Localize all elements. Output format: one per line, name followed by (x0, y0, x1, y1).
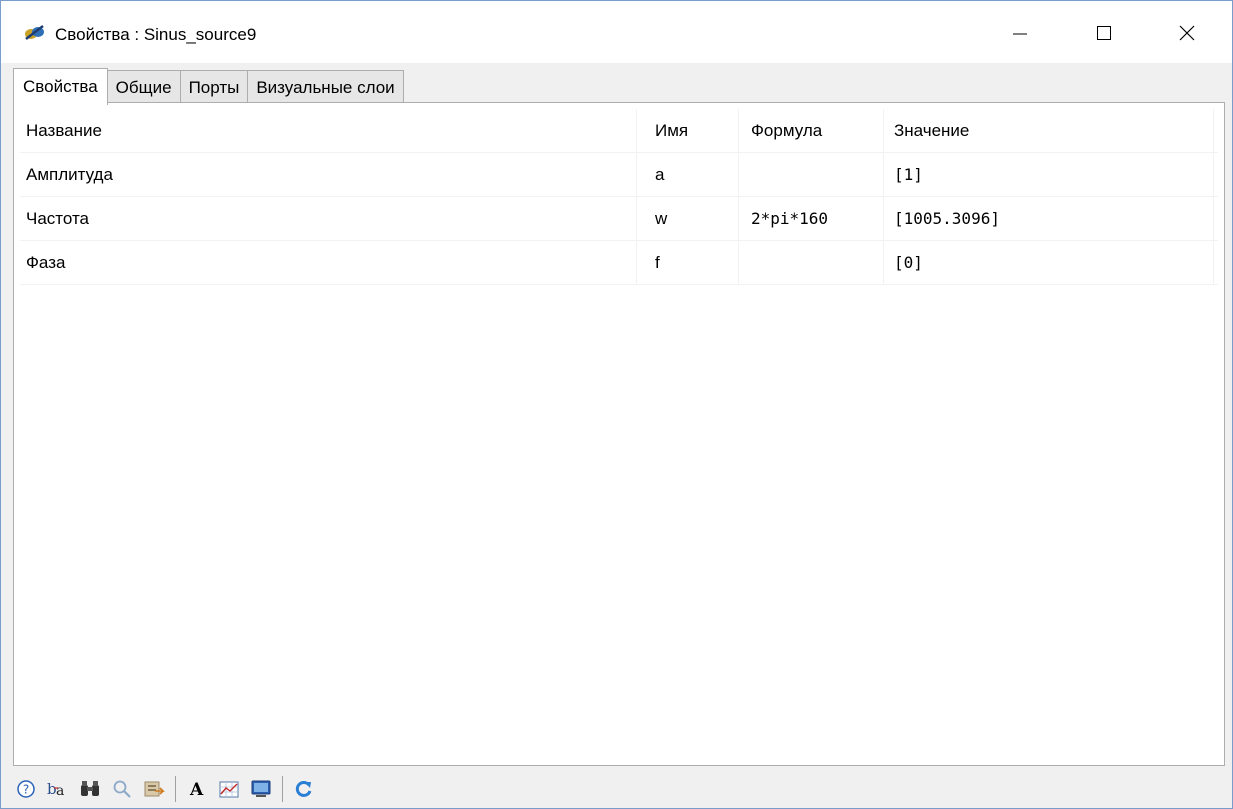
table-row[interactable]: Фаза f [0] (20, 241, 1218, 285)
header-name[interactable]: Имя (637, 109, 739, 152)
svg-text:A: A (189, 780, 204, 799)
tab-visual-layers[interactable]: Визуальные слои (247, 70, 404, 104)
chart-icon[interactable] (216, 776, 242, 802)
cell-value: [1] (884, 153, 1214, 196)
help-icon[interactable]: ? (13, 776, 39, 802)
tab-properties[interactable]: Свойства (13, 68, 108, 105)
export-icon[interactable] (141, 776, 167, 802)
close-button[interactable] (1164, 17, 1210, 53)
title-bar[interactable]: Свойства : Sinus_source9 (1, 1, 1232, 63)
properties-panel: Название Имя Формула Значение Амплитуда … (13, 102, 1225, 766)
cell-name: w (637, 197, 739, 240)
table-header: Название Имя Формула Значение (20, 109, 1218, 153)
refresh-icon[interactable] (291, 776, 317, 802)
monitor-icon[interactable] (248, 776, 274, 802)
cell-formula[interactable] (739, 153, 884, 196)
tab-general[interactable]: Общие (106, 70, 181, 104)
cell-name: f (637, 241, 739, 284)
search-icon[interactable] (109, 776, 135, 802)
minimize-icon (1012, 25, 1028, 46)
cell-name: a (637, 153, 739, 196)
maximize-icon (1096, 25, 1112, 46)
cell-value: [0] (884, 241, 1214, 284)
svg-text:?: ? (23, 783, 29, 797)
window-title: Свойства : Sinus_source9 (55, 25, 257, 44)
header-formula[interactable]: Формула (739, 109, 884, 152)
binoculars-icon[interactable] (77, 776, 103, 802)
close-icon (1179, 25, 1195, 46)
properties-window: Свойства : Sinus_source9 Свойства Общие … (0, 0, 1233, 809)
cell-title: Частота (20, 197, 637, 240)
header-value[interactable]: Значение (884, 109, 1214, 152)
minimize-button[interactable] (997, 17, 1043, 53)
rename-icon[interactable]: ba (45, 776, 71, 802)
cell-formula[interactable] (739, 241, 884, 284)
bottom-toolbar: ? ba A (13, 771, 323, 807)
table-row[interactable]: Частота w 2*pi*160 [1005.3096] (20, 197, 1218, 241)
cell-formula[interactable]: 2*pi*160 (739, 197, 884, 240)
toolbar-separator (282, 776, 283, 802)
maximize-button[interactable] (1081, 17, 1127, 53)
cell-title: Фаза (20, 241, 637, 284)
properties-table: Название Имя Формула Значение Амплитуда … (20, 109, 1218, 285)
tab-bar: Свойства Общие Порты Визуальные слои (13, 68, 404, 105)
svg-text:a: a (56, 783, 64, 799)
font-icon[interactable]: A (184, 776, 210, 802)
app-logo-icon (23, 23, 47, 43)
cell-value: [1005.3096] (884, 197, 1214, 240)
header-title[interactable]: Название (20, 109, 637, 152)
tab-ports[interactable]: Порты (179, 70, 249, 104)
table-row[interactable]: Амплитуда a [1] (20, 153, 1218, 197)
cell-title: Амплитуда (20, 153, 637, 196)
toolbar-separator (175, 776, 176, 802)
